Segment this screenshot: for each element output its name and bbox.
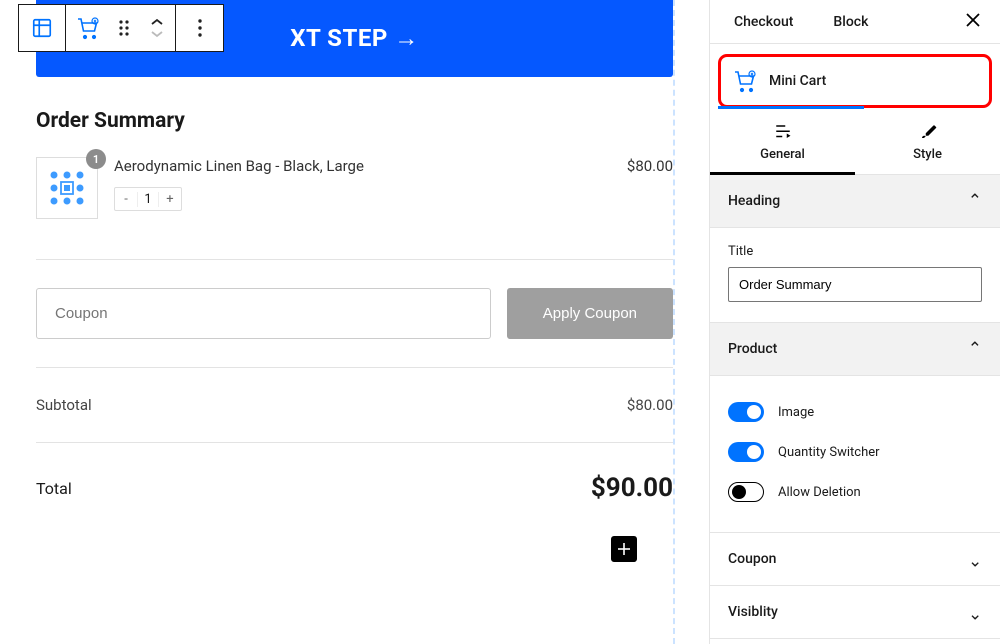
cart-icon (733, 69, 757, 93)
qty-increase-button[interactable]: + (159, 192, 181, 207)
subtotal-label: Subtotal (36, 396, 92, 414)
order-summary-heading: Order Summary (36, 109, 673, 133)
tab-style-label: Style (913, 147, 942, 162)
layout-grid-button[interactable] (19, 5, 66, 51)
drag-handle[interactable] (109, 5, 139, 51)
toggle-row-image: Image (728, 392, 982, 432)
coupon-input[interactable] (36, 288, 491, 339)
section-coupon[interactable]: Coupon ⌃ (710, 533, 1000, 586)
chevron-down-icon[interactable] (150, 30, 164, 38)
add-block-button[interactable] (611, 536, 637, 562)
cart-icon (76, 16, 100, 40)
section-coupon-title: Coupon (728, 551, 776, 567)
section-visibility-title: Visiblity (728, 604, 778, 620)
qty-decrease-button[interactable]: - (115, 192, 137, 207)
close-icon (966, 13, 980, 27)
block-type-button[interactable] (66, 5, 109, 51)
toggle-image[interactable] (728, 402, 764, 422)
product-price: $80.00 (627, 157, 673, 175)
toggle-allow-deletion-label: Allow Deletion (778, 485, 861, 500)
title-input[interactable] (728, 267, 982, 302)
section-product[interactable]: Product ⌃ (710, 323, 1000, 376)
section-product-body: Image Quantity Switcher Allow Deletion (710, 376, 1000, 533)
product-row: 1 Aerodynamic Linen Bag - Black, Large -… (36, 157, 673, 219)
chevron-down-icon: ⌃ (968, 602, 982, 622)
chevron-up-icon[interactable] (150, 18, 164, 26)
settings-tabs: General Style (710, 109, 1000, 175)
brush-icon (919, 123, 937, 141)
tab-general[interactable]: General (710, 109, 855, 175)
product-thumbnail[interactable]: 1 (36, 157, 98, 219)
coupon-row: Apply Coupon (36, 288, 673, 339)
toggle-row-allow-deletion: Allow Deletion (728, 472, 982, 512)
section-heading-title: Heading (728, 193, 780, 209)
toggle-row-qty-switcher: Quantity Switcher (728, 432, 982, 472)
divider (36, 259, 673, 260)
section-heading[interactable]: Heading ⌃ (710, 175, 1000, 228)
subtotal-line: Subtotal $80.00 (36, 396, 673, 414)
more-options-button[interactable] (176, 5, 223, 51)
divider (36, 442, 673, 443)
product-qty-badge: 1 (86, 149, 106, 169)
sidebar-tab-block[interactable]: Block (823, 0, 878, 44)
divider (36, 367, 673, 368)
section-visibility[interactable]: Visiblity ⌃ (710, 586, 1000, 639)
chevron-up-icon: ⌃ (968, 191, 982, 211)
subtotal-value: $80.00 (627, 396, 673, 414)
inspector-sidebar: Checkout Block Mini Cart General Style H… (710, 0, 1000, 644)
section-heading-body: Title (710, 228, 1000, 323)
tab-style[interactable]: Style (855, 109, 1000, 174)
next-step-text: XT STEP → (290, 24, 419, 53)
more-vert-icon (198, 19, 202, 37)
chevron-down-icon: ⌃ (968, 549, 982, 569)
total-value: $90.00 (591, 473, 673, 503)
sidebar-tab-checkout[interactable]: Checkout (724, 0, 803, 44)
product-name: Aerodynamic Linen Bag - Black, Large (114, 157, 611, 175)
toggle-allow-deletion[interactable] (728, 482, 764, 502)
order-summary-block: Order Summary 1 Aerodynamic Linen Bag - … (36, 109, 673, 503)
title-field-label: Title (728, 244, 982, 259)
total-line: Total $90.00 (36, 473, 673, 503)
drag-handle-icon (117, 19, 131, 37)
plus-icon (617, 542, 631, 556)
toggle-image-label: Image (778, 405, 814, 420)
apply-coupon-button[interactable]: Apply Coupon (507, 288, 673, 339)
tab-general-label: General (760, 147, 805, 162)
chevron-up-icon: ⌃ (968, 339, 982, 359)
editor-boundary (673, 0, 709, 644)
block-breadcrumb[interactable]: Mini Cart (718, 54, 992, 108)
section-product-title: Product (728, 341, 777, 357)
breadcrumb-label: Mini Cart (769, 73, 826, 89)
toggle-qty-switcher-label: Quantity Switcher (778, 445, 880, 460)
quantity-stepper: - 1 + (114, 187, 182, 211)
toggle-qty-switcher[interactable] (728, 442, 764, 462)
block-toolbar (18, 4, 224, 52)
close-sidebar-button[interactable] (960, 6, 986, 38)
qty-value: 1 (137, 192, 159, 207)
settings-icon (774, 123, 792, 141)
grid-layout-icon (31, 17, 53, 39)
total-label: Total (36, 479, 72, 498)
product-placeholder-icon (44, 165, 90, 211)
